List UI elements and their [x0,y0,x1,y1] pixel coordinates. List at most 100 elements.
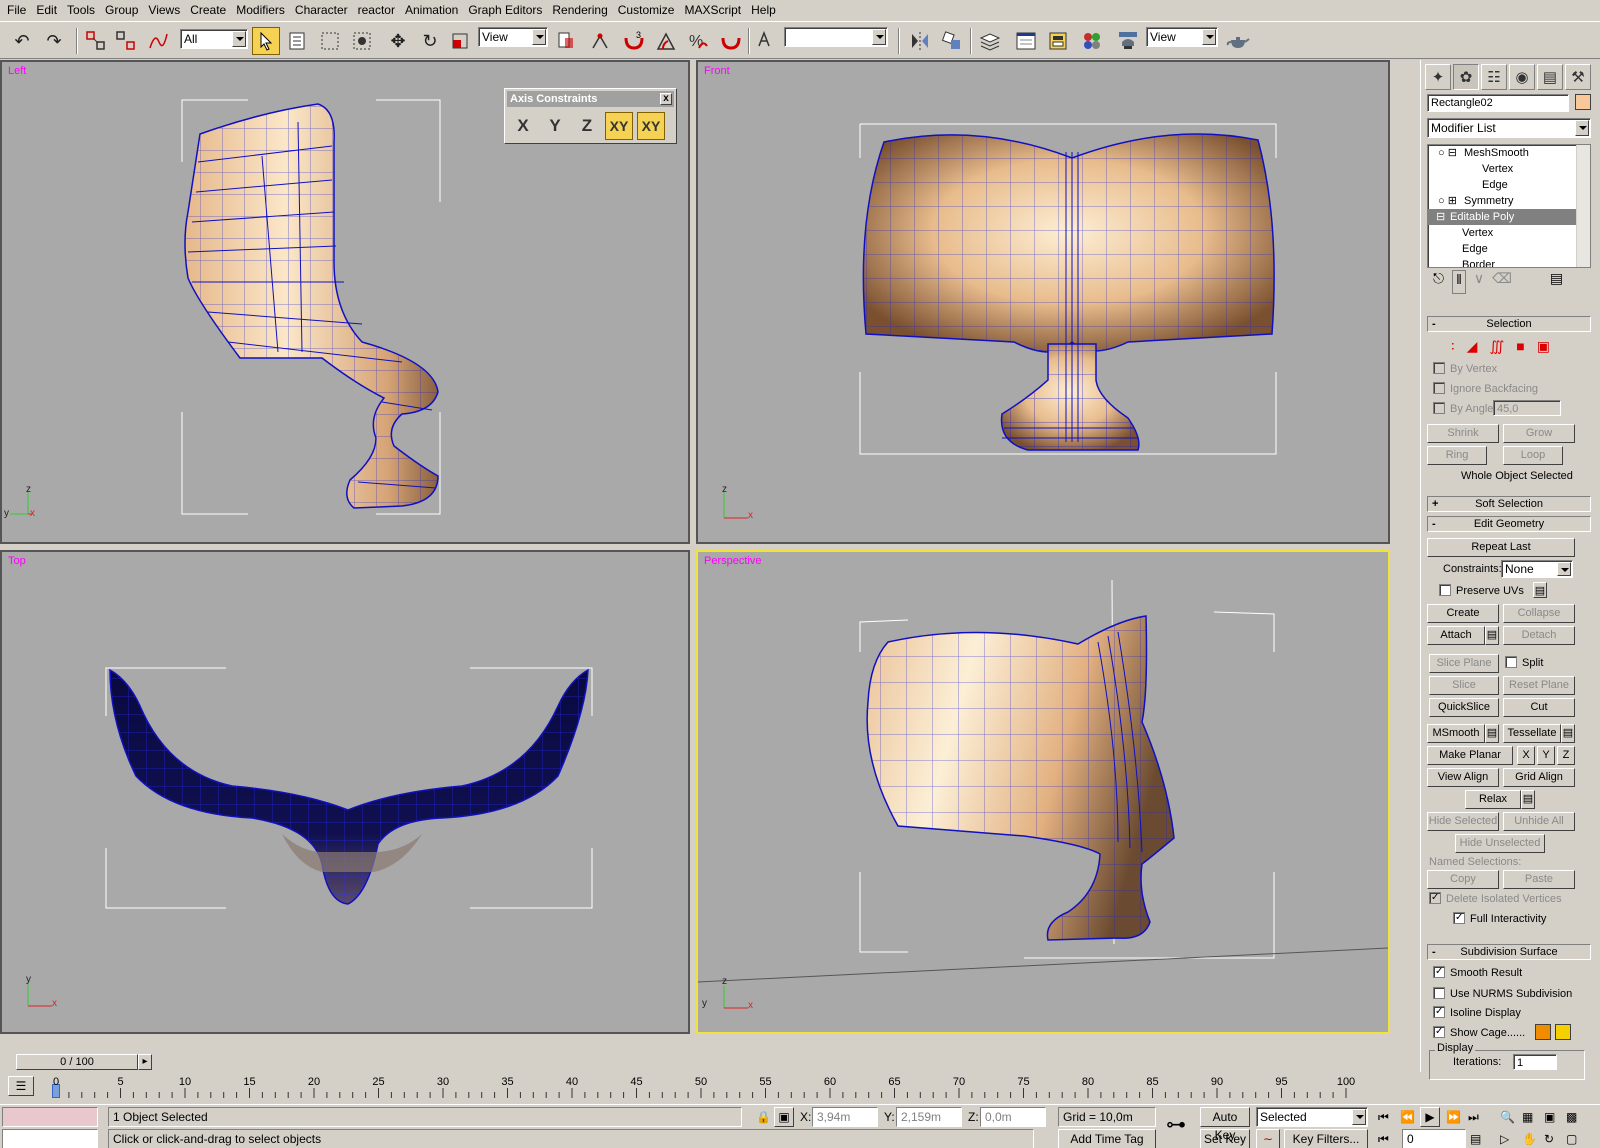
motion-tab-icon[interactable]: ◉ [1509,64,1535,90]
axis-z-button[interactable]: Z [573,112,601,140]
close-icon[interactable]: x [660,93,672,105]
collapse-button[interactable]: Collapse [1503,604,1575,623]
menu-group[interactable]: Group [102,0,145,20]
modifier-stack[interactable]: ○ ⊟ MeshSmooth Vertex Edge ○ ⊞ Symmetry ⊟ E… [1427,144,1591,268]
window-crossing-icon[interactable] [348,27,376,55]
track-bar[interactable]: ☰ 0 5 10 15 20 25 30 35 40 45 50 55 60 65 70 75 80 85 90 95… [0,1074,1420,1104]
align-icon[interactable] [938,27,966,55]
delete-isolated-vertices-checkbox[interactable]: Delete Isolated Vertices [1429,892,1562,906]
make-planar-button[interactable]: Make Planar [1427,746,1513,765]
collapse-icon[interactable]: ⊟ [1436,209,1450,225]
slice-plane-button[interactable]: Slice Plane [1429,654,1499,673]
grow-button[interactable]: Grow [1503,424,1575,443]
quickslice-button[interactable]: QuickSlice [1429,698,1499,717]
menu-maxscript[interactable]: MAXScript [681,0,748,20]
viewport-perspective[interactable]: Perspective z y x [696,550,1390,1034]
menu-help[interactable]: Help [748,0,783,20]
msmooth-settings-icon[interactable]: ▤ [1485,724,1499,743]
maximize-viewport-icon[interactable]: ▢ [1566,1129,1577,1148]
add-time-tag-button[interactable]: Add Time Tag [1058,1129,1156,1148]
key-filters-button[interactable]: Key Filters... [1284,1129,1368,1148]
track-bar-ruler[interactable]: 0 5 10 15 20 25 30 35 40 45 50 55 60 65 70 75 80 85 90 95 10… [48,1074,1420,1098]
view-align-button[interactable]: View Align [1427,768,1499,787]
render-scene-icon[interactable] [1114,27,1142,55]
bind-to-space-warp-icon[interactable] [144,27,172,55]
edit-named-selection-icon[interactable] [754,27,780,55]
edge-level-icon[interactable]: ◢ [1467,338,1478,356]
play-icon[interactable]: ▶ [1420,1107,1440,1127]
stack-item-vertex[interactable]: Vertex [1428,225,1590,241]
tessellate-button[interactable]: Tessellate [1503,724,1561,743]
lightbulb-icon[interactable]: ○ ⊞ [1438,193,1464,209]
schematic-view-icon[interactable] [1044,27,1072,55]
rectangular-selection-icon[interactable] [316,27,344,55]
selection-filter-dropdown[interactable]: All [180,29,248,49]
attach-list-icon[interactable]: ▤ [1485,626,1499,645]
display-tab-icon[interactable]: ▤ [1537,64,1563,90]
named-selection-sets-dropdown[interactable] [784,27,888,47]
paste-button[interactable]: Paste [1503,870,1575,889]
time-slider-next-icon[interactable]: ▸ [138,1054,152,1070]
menu-edit[interactable]: Edit [33,0,64,20]
selection-rollout-header[interactable]: - Selection [1427,316,1591,332]
axis-x-button[interactable]: X [509,112,537,140]
stack-item-editable-poly[interactable]: ⊟ Editable Poly [1428,209,1590,225]
zoom-extents-all-icon[interactable]: ▩ [1566,1107,1577,1127]
go-to-start-icon[interactable]: ⏮ [1378,1107,1389,1127]
percent-snap-icon[interactable]: % [684,27,712,55]
menu-graph-editors[interactable]: Graph Editors [465,0,549,20]
viewport-front[interactable]: Front z x [696,60,1390,544]
cut-button[interactable]: Cut [1503,698,1575,717]
undo-icon[interactable]: ↶ [8,27,36,55]
constraints-dropdown[interactable]: None [1501,560,1573,578]
hide-unselected-button[interactable]: Hide Unselected [1455,834,1545,853]
x-coordinate-field[interactable]: 3,94m [812,1107,878,1127]
show-cage-checkbox[interactable]: Show Cage...... [1433,1026,1525,1040]
preserve-uvs-checkbox[interactable]: Preserve UVs [1439,584,1524,598]
pan-icon[interactable]: ✋ [1522,1129,1537,1148]
axis-y-button[interactable]: Y [541,112,569,140]
border-level-icon[interactable]: ∭ [1489,338,1504,356]
pivot-center-icon[interactable] [554,27,578,55]
set-key-button[interactable]: Set Key [1200,1129,1250,1148]
tessellate-settings-icon[interactable]: ▤ [1561,724,1575,743]
mini-curve-editor-icon[interactable]: ☰ [8,1076,34,1096]
layer-manager-icon[interactable] [976,27,1004,55]
unhide-all-button[interactable]: Unhide All [1503,812,1575,831]
split-checkbox[interactable]: Split [1505,656,1543,670]
menu-modifiers[interactable]: Modifiers [233,0,292,20]
preserve-uvs-settings-icon[interactable]: ▤ [1533,582,1547,598]
reference-coordinate-dropdown[interactable]: View [478,27,548,47]
lightbulb-icon[interactable]: ○ ⊟ [1438,145,1464,161]
axis-xy-flyout-button[interactable]: XY [637,112,665,140]
modifier-list-dropdown[interactable]: Modifier List [1427,118,1591,138]
element-level-icon[interactable]: ▣ [1537,338,1550,356]
planar-z-button[interactable]: Z [1557,746,1575,765]
current-frame-field[interactable]: 0 [1402,1129,1466,1148]
angle-snap-icon[interactable] [652,27,680,55]
time-slider-thumb[interactable]: 0 / 100 [16,1054,138,1070]
select-object-icon[interactable] [252,27,280,55]
maxscript-mini-listener[interactable] [2,1129,98,1148]
zoom-icon[interactable]: 🔍 [1500,1107,1515,1127]
arc-rotate-icon[interactable]: ↻ [1544,1129,1554,1148]
time-configuration-icon[interactable]: ▤ [1470,1129,1481,1148]
planar-y-button[interactable]: Y [1537,746,1555,765]
smooth-result-checkbox[interactable]: Smooth Result [1433,966,1522,980]
key-mode-toggle-icon[interactable]: ⏮ [1378,1129,1389,1148]
reset-plane-button[interactable]: Reset Plane [1503,676,1575,695]
configure-modifier-sets-icon[interactable]: ▤ [1550,270,1563,294]
loop-button[interactable]: Loop [1503,446,1563,465]
menu-tools[interactable]: Tools [64,0,102,20]
ignore-backfacing-checkbox[interactable]: Ignore Backfacing [1433,382,1538,396]
curve-editor-icon[interactable] [1012,27,1040,55]
menu-customize[interactable]: Customize [615,0,682,20]
viewport-top[interactable]: Top y x [0,550,690,1034]
select-and-link-icon[interactable] [82,27,110,55]
y-coordinate-field[interactable]: 2,159m [896,1107,962,1127]
by-angle-checkbox[interactable]: By Angle: [1433,402,1496,416]
default-in-out-tangents-icon[interactable]: ∼ [1256,1129,1280,1148]
detach-button[interactable]: Detach [1503,626,1575,645]
menu-reactor[interactable]: reactor [355,0,402,20]
menu-rendering[interactable]: Rendering [549,0,614,20]
